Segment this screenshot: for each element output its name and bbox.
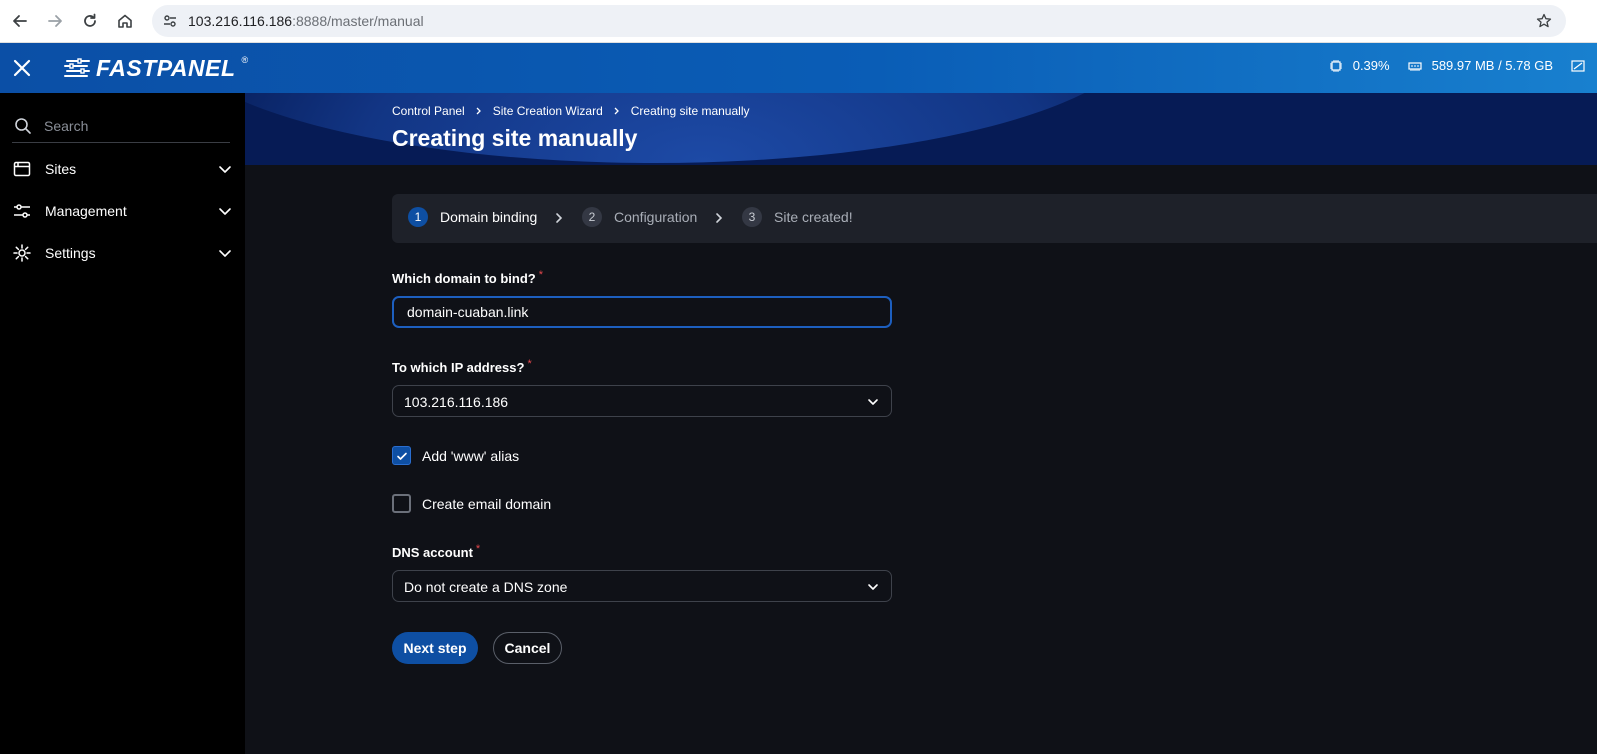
sidebar-item-settings[interactable]: Settings (0, 233, 245, 273)
required-mark: * (527, 358, 532, 370)
chevron-right-icon (476, 107, 481, 115)
forward-icon[interactable] (43, 9, 67, 33)
step-number: 2 (582, 207, 602, 227)
logo-text: FASTPANEL (96, 54, 236, 81)
cpu-usage: 0.39% (1352, 58, 1390, 73)
chevron-down-icon (868, 399, 878, 405)
browser-window-icon (13, 161, 31, 177)
sidebar-search (12, 111, 230, 143)
sidebar-item-label: Sites (45, 161, 77, 177)
logo-registered-mark: ® (241, 55, 249, 65)
domain-input[interactable] (392, 296, 892, 328)
dns-field-label: DNS account * (392, 543, 481, 560)
email-domain-checkbox[interactable] (392, 494, 411, 513)
step-label: Configuration (614, 209, 698, 225)
sidebar-item-label: Settings (45, 245, 96, 261)
chevron-down-icon[interactable] (218, 246, 232, 260)
checkmark-icon (396, 452, 407, 460)
chevron-down-icon[interactable] (218, 162, 232, 176)
dns-account-value: Do not create a DNS zone (404, 579, 568, 595)
sidebar-item-sites[interactable]: Sites (0, 149, 245, 189)
disk-icon (1571, 59, 1585, 72)
ip-address-select[interactable]: 103.216.116.186 (392, 385, 892, 417)
step-configuration: 2 Configuration (582, 207, 697, 227)
sliders-icon (14, 204, 30, 218)
bookmark-star-icon[interactable] (1536, 13, 1552, 29)
www-alias-checkbox-row[interactable]: Add 'www' alias (392, 446, 519, 465)
step-label: Site created! (774, 209, 853, 225)
app-header: FASTPANEL ® 0.39% 589.97 MB / 5.78 GB (0, 43, 1597, 93)
main-content: 1 Domain binding 2 Configuration 3 Site … (245, 165, 1597, 754)
breadcrumb: Control Panel Site Creation Wizard Creat… (392, 104, 750, 118)
chevron-down-icon[interactable] (218, 204, 232, 218)
memory-icon (1407, 61, 1422, 71)
step-number: 3 (742, 207, 762, 227)
dns-account-select[interactable]: Do not create a DNS zone (392, 570, 892, 602)
close-menu-icon[interactable] (10, 56, 34, 80)
gear-icon (13, 244, 31, 262)
ip-address-value: 103.216.116.186 (404, 394, 509, 410)
cancel-button[interactable]: Cancel (493, 632, 562, 664)
required-mark: * (538, 269, 543, 281)
fastpanel-logo[interactable]: FASTPANEL ® (64, 54, 249, 81)
memory-usage: 589.97 MB / 5.78 GB (1431, 58, 1553, 73)
breadcrumb-current: Creating site manually (630, 104, 750, 118)
breadcrumb-site-creation-wizard[interactable]: Site Creation Wizard (493, 104, 603, 118)
sidebar: Sites Management Settings (0, 93, 245, 754)
resource-stats: 0.39% 589.97 MB / 5.78 GB (1329, 58, 1585, 73)
email-domain-checkbox-row[interactable]: Create email domain (392, 494, 551, 513)
chevron-right-icon (614, 107, 619, 115)
breadcrumb-control-panel[interactable]: Control Panel (392, 104, 465, 118)
site-info-icon[interactable] (162, 13, 178, 29)
www-alias-label: Add 'www' alias (422, 447, 520, 464)
www-alias-checkbox[interactable] (392, 446, 411, 465)
chevron-right-icon (556, 213, 563, 223)
wizard-stepper: 1 Domain binding 2 Configuration 3 Site … (392, 194, 1597, 243)
home-icon[interactable] (113, 9, 137, 33)
step-label: Domain binding (440, 209, 538, 225)
logo-mark-icon (64, 58, 90, 77)
chevron-right-icon (716, 213, 723, 223)
browser-toolbar: 103.216.116.186:8888/master/manual (0, 0, 1597, 43)
sidebar-item-label: Management (45, 203, 127, 219)
search-input[interactable] (44, 115, 224, 137)
ip-field-label: To which IP address? * (392, 358, 532, 375)
step-domain-binding: 1 Domain binding (408, 207, 537, 227)
chevron-down-icon (868, 584, 878, 590)
domain-field-label: Which domain to bind? * (392, 269, 543, 286)
url-text: 103.216.116.186:8888/master/manual (188, 13, 424, 29)
required-mark: * (475, 543, 481, 555)
next-step-button[interactable]: Next step (392, 632, 478, 664)
step-site-created: 3 Site created! (742, 207, 853, 227)
search-icon (15, 118, 31, 134)
step-number: 1 (408, 207, 428, 227)
back-icon[interactable] (8, 9, 32, 33)
address-bar[interactable]: 103.216.116.186:8888/master/manual (152, 5, 1566, 37)
reload-icon[interactable] (78, 9, 102, 33)
sidebar-item-management[interactable]: Management (0, 191, 245, 231)
cpu-icon (1329, 59, 1342, 72)
email-domain-label: Create email domain (422, 495, 552, 512)
page-hero: Control Panel Site Creation Wizard Creat… (245, 93, 1597, 165)
page-title: Creating site manually (392, 125, 638, 151)
